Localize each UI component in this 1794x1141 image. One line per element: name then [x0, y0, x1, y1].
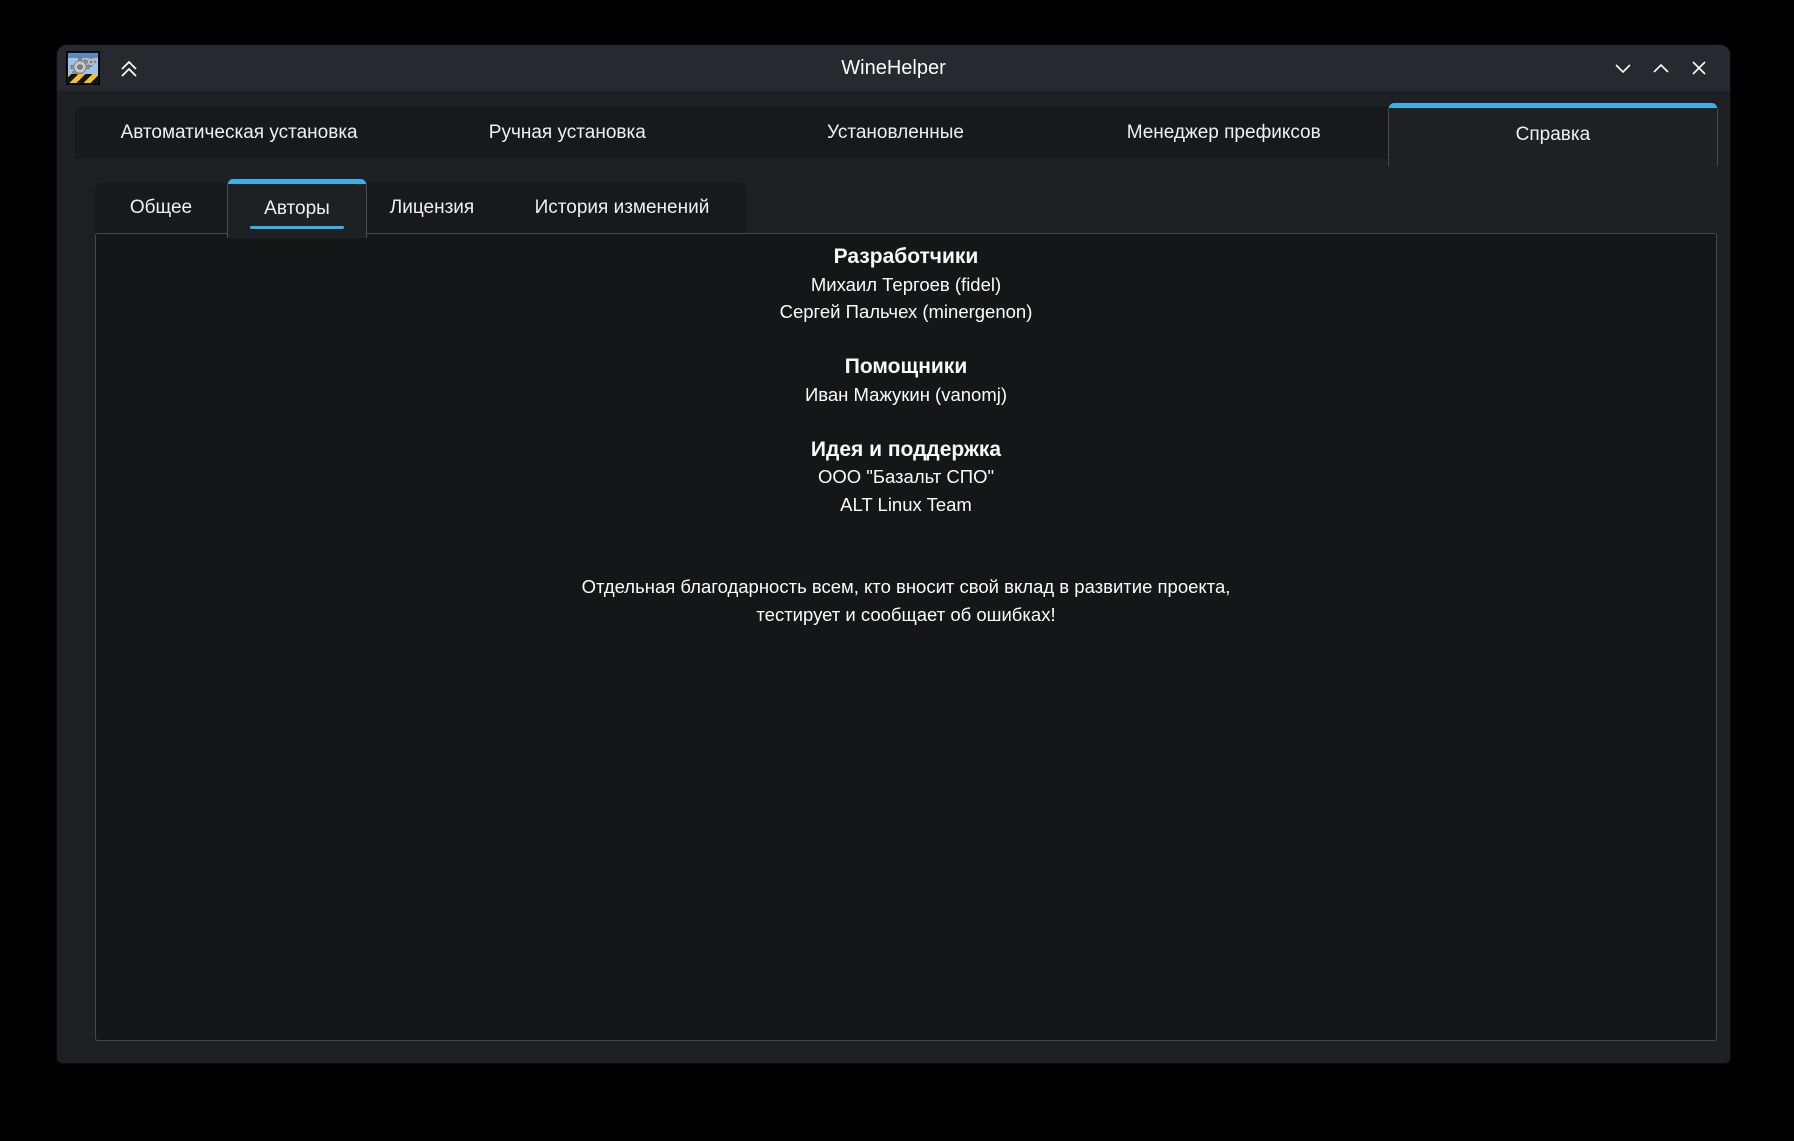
window-controls	[1608, 45, 1714, 91]
sub-tab-label: История изменений	[535, 197, 710, 219]
minimize-button[interactable]	[1608, 53, 1638, 83]
sub-tab-label: Общее	[130, 197, 192, 219]
sub-tab-2[interactable]: Авторы	[227, 179, 367, 238]
credits-line: Отдельная благодарность всем, кто вносит…	[96, 573, 1716, 601]
main-tab-4[interactable]: Менеджер префиксов	[1060, 107, 1388, 159]
close-x-icon	[1688, 57, 1710, 79]
chevron-down-icon	[1612, 57, 1634, 79]
credits-heading: Разработчики	[96, 243, 1716, 271]
sub-tab-3[interactable]: Лицензия	[367, 183, 497, 233]
chevron-up-icon	[1650, 57, 1672, 79]
credits-line	[96, 518, 1716, 546]
credits-line: ALT Linux Team	[96, 491, 1716, 519]
credits-line: Михаил Тергоев (fidel)	[96, 271, 1716, 299]
credits-line: ООО "Базальт СПО"	[96, 463, 1716, 491]
double-chevron-up-icon	[117, 56, 141, 80]
titlebar[interactable]: WineHelper	[57, 45, 1730, 91]
sub-tab-4[interactable]: История изменений	[497, 183, 747, 233]
credits-line	[96, 546, 1716, 574]
focus-underline	[250, 226, 344, 229]
app-icon[interactable]	[66, 51, 100, 85]
sub-tab-label: Авторы	[264, 198, 330, 220]
help-sub-tab-bar: Общее Авторы Лицензия История изменений	[95, 183, 747, 233]
credits-line: Иван Мажукин (vanomj)	[96, 381, 1716, 409]
collapse-titlebar-button[interactable]	[114, 53, 144, 83]
main-tab-3[interactable]: Установленные	[731, 107, 1059, 159]
main-tab-1[interactable]: Автоматическая установка	[75, 107, 403, 159]
winehelper-gear-hazard-icon	[66, 51, 100, 85]
close-button[interactable]	[1684, 53, 1714, 83]
credits-line	[96, 408, 1716, 436]
main-tab-2[interactable]: Ручная установка	[403, 107, 731, 159]
credits-text: РазработчикиМихаил Тергоев (fidel)Сергей…	[96, 234, 1716, 628]
main-tab-5[interactable]: Справка	[1388, 103, 1718, 166]
authors-content-frame: РазработчикиМихаил Тергоев (fidel)Сергей…	[95, 233, 1717, 1041]
main-tab-bar: Автоматическая установкаРучная установка…	[75, 107, 1718, 159]
window-title: WineHelper	[57, 45, 1730, 91]
maximize-button[interactable]	[1646, 53, 1676, 83]
credits-line: Сергей Пальчех (minergenon)	[96, 298, 1716, 326]
credits-line	[96, 326, 1716, 354]
credits-line: тестирует и сообщает об ошибках!	[96, 601, 1716, 629]
winehelper-window: WineHelper Автоматическая установкаРучна…	[57, 45, 1730, 1063]
credits-heading: Помощники	[96, 353, 1716, 381]
sub-tab-label: Лицензия	[390, 197, 474, 219]
sub-tab-1[interactable]: Общее	[95, 183, 227, 233]
credits-heading: Идея и поддержка	[96, 436, 1716, 464]
